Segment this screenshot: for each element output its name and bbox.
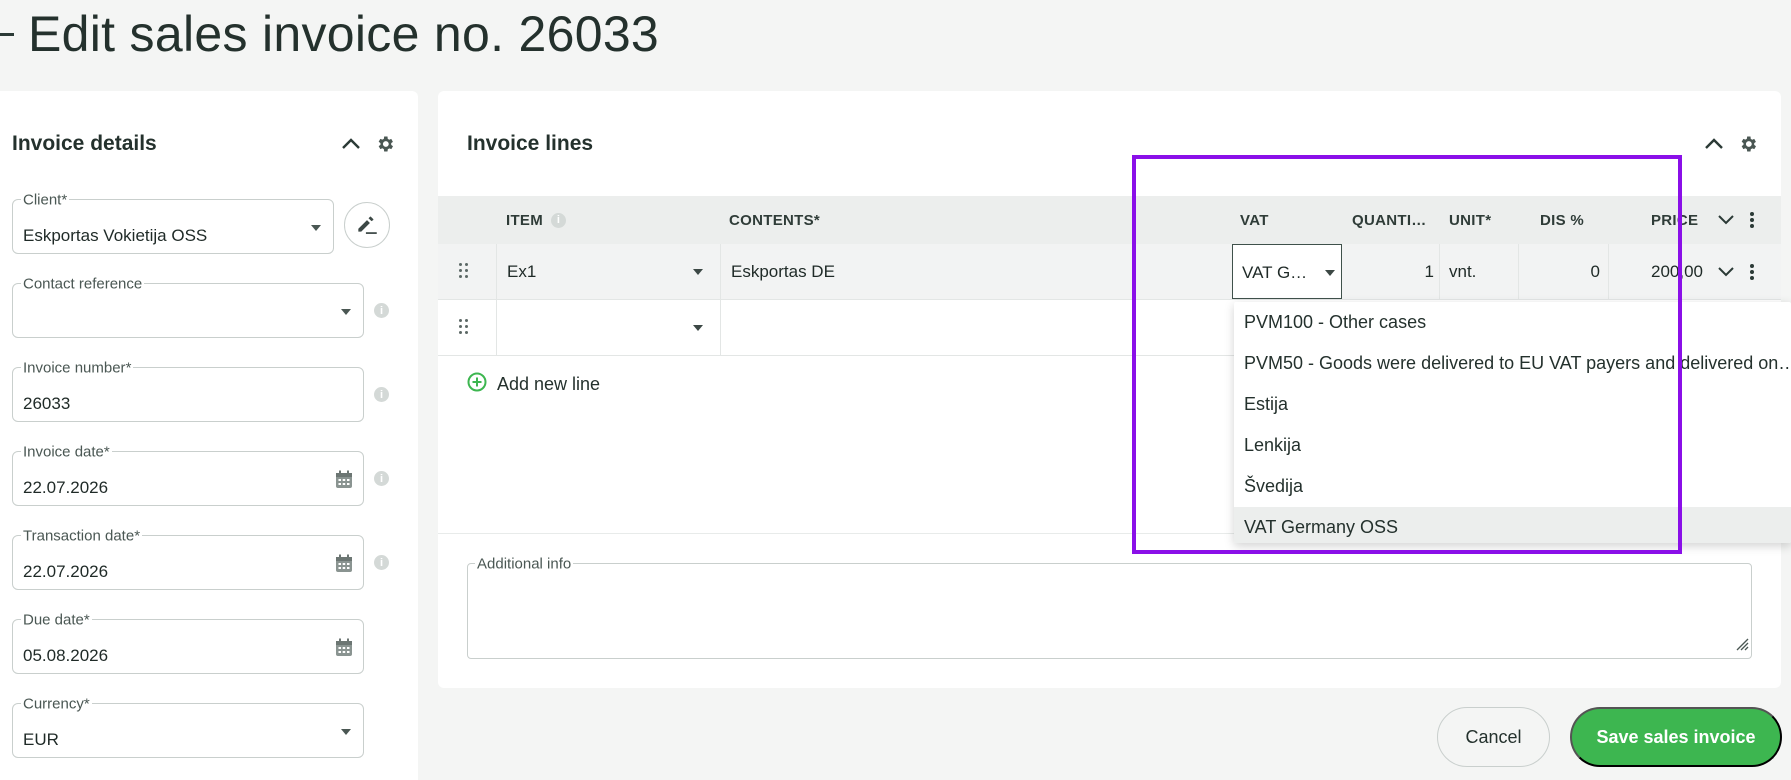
table-row: Ex1 Eskportas DE VAT G… 1 vnt. 0 200,00 xyxy=(438,244,1781,300)
collapse-icon[interactable] xyxy=(1701,131,1727,157)
add-new-line-label: Add new line xyxy=(497,374,601,394)
vat-option[interactable]: Lenkija xyxy=(1234,425,1791,466)
vat-option[interactable]: Estija xyxy=(1234,384,1791,425)
additional-info-textarea[interactable]: Additional info xyxy=(467,555,1752,659)
chevron-down-icon xyxy=(1325,270,1335,276)
edit-client-button[interactable] xyxy=(344,202,390,248)
chevron-down-icon xyxy=(341,309,351,315)
due-date-label: Due date* xyxy=(21,611,92,629)
chevron-down-icon xyxy=(693,324,703,331)
due-date-value: 05.08.2026 xyxy=(23,646,109,665)
gear-icon[interactable] xyxy=(372,131,398,157)
more-vert-icon[interactable] xyxy=(1750,244,1754,299)
discount-input[interactable]: 0 xyxy=(1520,244,1600,299)
save-sales-invoice-button[interactable]: Save sales invoice xyxy=(1570,707,1782,767)
invoice-date-label: Invoice date* xyxy=(21,443,112,461)
column-contents[interactable]: CONTENTS * xyxy=(729,196,820,244)
vat-option[interactable]: Švedija xyxy=(1234,466,1791,507)
calendar-icon[interactable] xyxy=(335,638,353,662)
invoice-details-title: Invoice details xyxy=(12,132,157,155)
invoice-lines-header: Invoice lines xyxy=(467,129,1761,159)
lines-table-header: ITEM i CONTENTS * VAT QUANTI… UNIT * DIS %… xyxy=(438,196,1781,244)
column-quantity[interactable]: QUANTI… xyxy=(1352,196,1427,244)
info-icon[interactable]: i xyxy=(374,387,389,402)
vat-option[interactable]: PVM100 - Other cases xyxy=(1234,302,1791,343)
item-select[interactable] xyxy=(507,300,717,355)
more-vert-icon[interactable] xyxy=(1750,196,1754,244)
chevron-down-icon xyxy=(311,225,321,231)
gear-icon[interactable] xyxy=(1735,131,1761,157)
item-select[interactable]: Ex1 xyxy=(507,244,717,299)
transaction-date-value: 22.07.2026 xyxy=(23,562,109,581)
client-label: Client* xyxy=(21,191,70,209)
vat-option[interactable]: PVM50 - Goods were delivered to EU VAT p… xyxy=(1234,343,1791,384)
currency-label: Currency* xyxy=(21,695,92,713)
invoice-number-value: 26033 xyxy=(23,394,71,413)
info-icon[interactable]: i xyxy=(374,555,389,570)
client-value: Eskportas Vokietija OSS xyxy=(23,226,208,245)
transaction-date-label: Transaction date* xyxy=(21,527,143,545)
contact-reference-select[interactable]: Contact reference xyxy=(12,275,364,338)
info-icon[interactable]: i xyxy=(551,212,567,228)
invoice-date-value: 22.07.2026 xyxy=(23,478,109,497)
transaction-date-field[interactable]: Transaction date* 22.07.2026 xyxy=(12,527,364,590)
vat-select[interactable]: VAT G… xyxy=(1232,244,1342,299)
column-discount[interactable]: DIS % xyxy=(1540,196,1584,244)
column-price[interactable]: PRICE xyxy=(1651,196,1698,244)
currency-value: EUR xyxy=(23,730,59,749)
calendar-icon[interactable] xyxy=(335,470,353,494)
column-unit[interactable]: UNIT * xyxy=(1449,196,1491,244)
info-icon[interactable]: i xyxy=(374,471,389,486)
chevron-down-icon xyxy=(341,729,351,735)
invoice-lines-title: Invoice lines xyxy=(467,132,594,155)
price-input[interactable]: 200,00 xyxy=(1608,244,1703,299)
invoice-number-label: Invoice number* xyxy=(21,359,134,377)
invoice-number-field[interactable]: Invoice number* 26033 xyxy=(12,359,364,422)
page-header: Edit sales invoice no. 26033 xyxy=(0,4,659,64)
invoice-details-card: Invoice details Client* Eskportas Vokiet… xyxy=(0,91,418,780)
contents-input[interactable]: Eskportas DE xyxy=(731,244,835,299)
client-select[interactable]: Client* Eskportas Vokietija OSS xyxy=(12,191,334,254)
unit-input[interactable]: vnt. xyxy=(1449,244,1476,299)
invoice-details-header: Invoice details xyxy=(12,129,398,159)
calendar-icon[interactable] xyxy=(335,554,353,578)
contact-reference-label: Contact reference xyxy=(21,275,145,293)
due-date-field[interactable]: Due date* 05.08.2026 xyxy=(12,611,364,674)
additional-info-label: Additional info xyxy=(475,555,574,573)
invoice-date-field[interactable]: Invoice date* 22.07.2026 xyxy=(12,443,364,506)
resize-icon[interactable] xyxy=(1735,637,1749,656)
chevron-down-icon[interactable] xyxy=(1718,244,1734,299)
chevron-down-icon[interactable] xyxy=(1718,196,1734,244)
back-arrow-icon[interactable] xyxy=(0,32,14,36)
column-item[interactable]: ITEM i xyxy=(506,196,567,244)
add-new-line-button[interactable]: Add new line xyxy=(467,372,600,397)
vat-dropdown-menu: PVM100 - Other cases PVM50 - Goods were … xyxy=(1234,302,1791,543)
collapse-icon[interactable] xyxy=(338,131,364,157)
pencil-icon xyxy=(354,210,380,241)
drag-handle-icon[interactable] xyxy=(459,263,469,279)
add-circle-icon xyxy=(467,372,487,397)
page-title: Edit sales invoice no. 26033 xyxy=(28,6,660,62)
quantity-input[interactable]: 1 xyxy=(1344,244,1434,299)
drag-handle-icon[interactable] xyxy=(459,319,469,335)
chevron-down-icon xyxy=(693,268,703,275)
cancel-button[interactable]: Cancel xyxy=(1437,707,1550,767)
info-icon[interactable]: i xyxy=(374,303,389,318)
vat-option-selected[interactable]: VAT Germany OSS xyxy=(1234,507,1791,543)
currency-select[interactable]: Currency* EUR xyxy=(12,695,364,758)
column-vat[interactable]: VAT xyxy=(1240,196,1269,244)
